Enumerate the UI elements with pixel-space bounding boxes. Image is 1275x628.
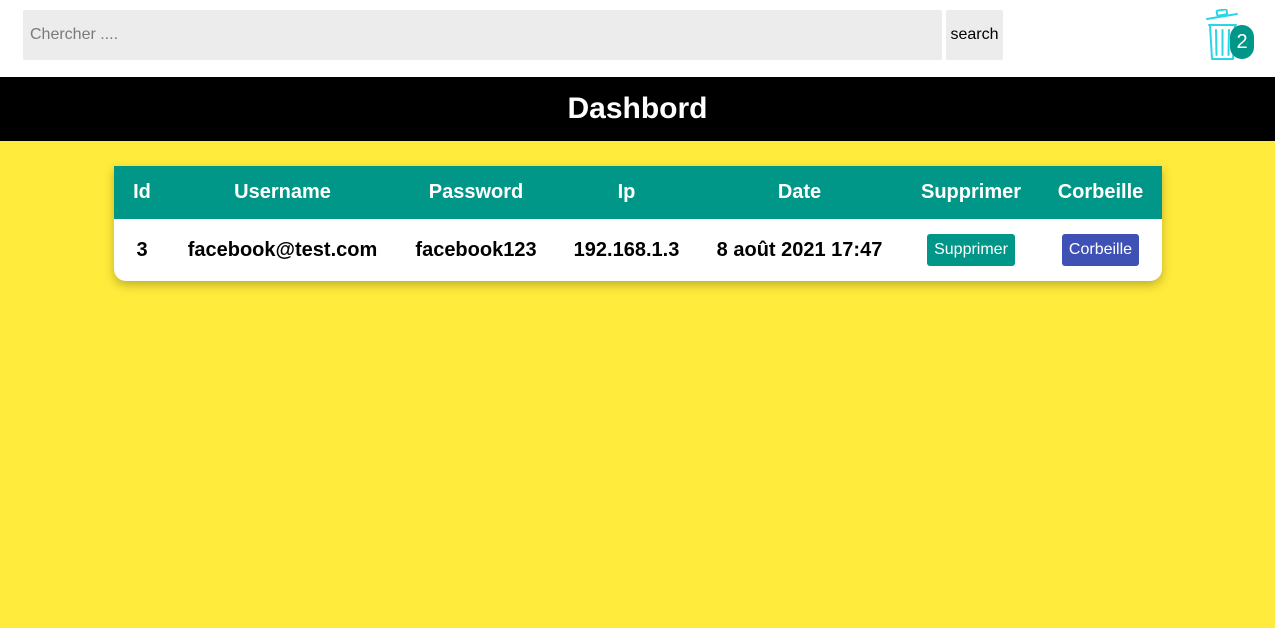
column-header-id: Id	[133, 181, 151, 203]
column-header-supprimer: Supprimer	[920, 181, 1022, 203]
column-header-username: Username	[234, 181, 331, 203]
cell-date: 8 août 2021 17:47	[716, 238, 883, 261]
move-to-trash-button[interactable]: Corbeille	[1061, 234, 1140, 266]
users-table-card: Id Username Password Ip Date Supprimer C…	[114, 166, 1162, 281]
page-title: Dashbord	[567, 92, 708, 125]
cell-password: facebook123	[415, 238, 537, 261]
trash-link[interactable]: 2	[1204, 9, 1256, 63]
table-row: 3 facebook@test.com facebook123 192.168.…	[114, 219, 1162, 281]
cell-trash: Corbeille	[1039, 219, 1162, 281]
header-bar: Dashbord	[0, 77, 1275, 141]
users-table: Id Username Password Ip Date Supprimer C…	[114, 166, 1162, 281]
column-header-date: Date	[777, 181, 822, 203]
cell-delete: Supprimer	[903, 219, 1039, 281]
cell-id: 3	[136, 238, 148, 261]
top-bar: search 2	[0, 0, 1275, 77]
trash-count-badge: 2	[1230, 25, 1254, 59]
search-input[interactable]	[23, 10, 942, 60]
cell-username: facebook@test.com	[187, 238, 378, 261]
column-header-ip: Ip	[617, 181, 636, 203]
cell-ip: 192.168.1.3	[573, 238, 680, 261]
search-button[interactable]: search	[946, 10, 1003, 60]
delete-button[interactable]: Supprimer	[927, 234, 1015, 266]
table-header-row: Id Username Password Ip Date Supprimer C…	[114, 166, 1162, 219]
column-header-corbeille: Corbeille	[1057, 181, 1144, 203]
column-header-password: Password	[428, 181, 524, 203]
